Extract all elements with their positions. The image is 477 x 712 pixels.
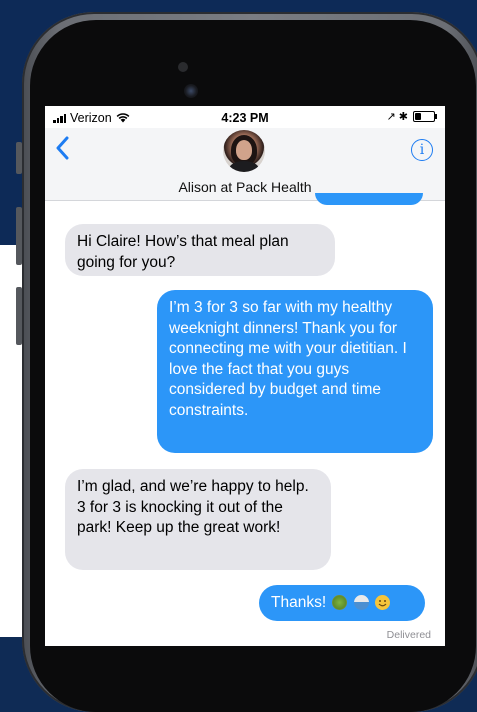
chevron-left-icon [56,136,69,160]
back-button[interactable] [55,136,83,166]
contact-avatar[interactable] [223,130,265,172]
status-right-group: ↗ ✱ [386,110,437,123]
message-text: Thanks! [271,594,327,611]
message-thread[interactable]: Hi Claire! How’s that meal plan going fo… [45,193,445,646]
info-icon: i [419,142,425,158]
bowl-emoji-icon [353,595,369,610]
battery-fill [415,113,421,120]
incoming-message[interactable]: I’m glad, and we’re happy to help. 3 for… [65,469,331,570]
status-bar: Verizon 4:23 PM ↗ ✱ [45,106,445,128]
outgoing-message[interactable]: I’m 3 for 3 so far with my healthy weekn… [157,290,433,453]
info-button[interactable]: i [411,139,433,161]
status-time: 4:23 PM [221,111,269,125]
location-bluetooth-icons: ↗ ✱ [386,111,409,123]
volume-down-button [16,287,22,345]
volume-up-button [16,207,22,265]
phone-screen: Verizon 4:23 PM ↗ ✱ Alison at Pack Healt… [45,106,445,646]
outgoing-message[interactable]: Thanks! [259,585,425,621]
salad-emoji-icon [332,595,348,610]
battery-icon [413,111,437,122]
conversation-header: Alison at Pack Health i [45,128,445,201]
smiling-face-emoji-icon [375,595,391,610]
delivery-status: Delivered [386,629,431,641]
incoming-message[interactable]: Hi Claire! How’s that meal plan going fo… [65,224,335,276]
front-camera [184,84,198,98]
previous-outgoing-bubble [315,193,423,205]
silent-switch [16,142,22,174]
sensor-dot [178,62,188,72]
